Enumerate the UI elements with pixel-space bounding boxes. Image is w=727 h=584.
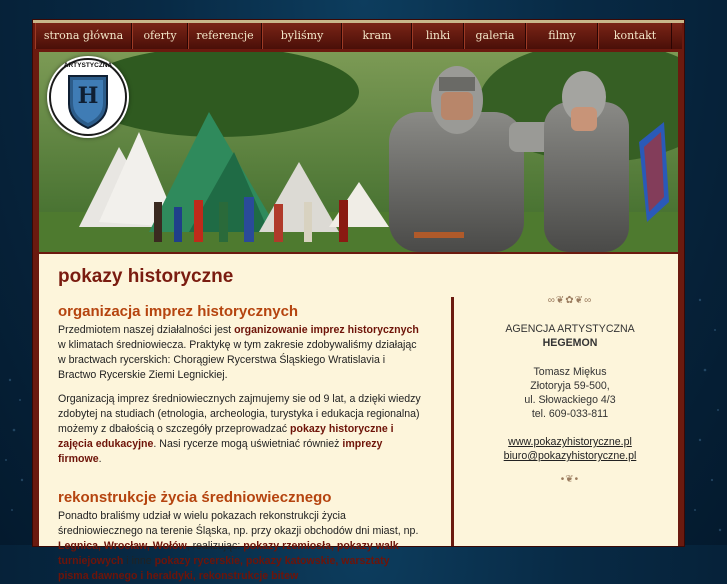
nav-item-7[interactable]: filmy [526, 23, 598, 49]
ornament-bottom-icon: •❦• [560, 474, 580, 485]
text-run: . Nasi rycerze mogą uświetniać również [153, 438, 343, 450]
section1-paragraph2: Organizacją imprez średniowiecznych zajm… [58, 392, 423, 467]
text-run: Przedmiotem naszej działalności jest [58, 324, 235, 336]
agency-name-line1: AGENCJA ARTYSTYCZNA [505, 323, 635, 335]
section1-paragraph1: Przedmiotem naszej działalności jest org… [58, 323, 423, 383]
text-run: , realizując: [186, 540, 244, 552]
text-run: i inne [123, 555, 155, 567]
ornament-top-icon: ∞❦✿❦∞ [547, 295, 593, 306]
text-run: w klimatach średniowiecza. Praktykę w ty… [58, 339, 417, 381]
section2-paragraph1: Ponadto braliśmy udział w wielu pokazach… [58, 509, 423, 584]
nav-item-2[interactable]: referencje [188, 23, 262, 49]
nav-item-0[interactable]: strona główna [35, 23, 132, 49]
page-title: pokazy historyczne [58, 266, 234, 287]
text-run: . [98, 453, 102, 465]
contact-phone: tel. 609-033-811 [531, 408, 609, 420]
nav-item-8[interactable]: kontakt [598, 23, 672, 49]
column-divider [451, 297, 454, 546]
header-banner: ARTYSTYCZNA H [39, 52, 678, 252]
nav-item-1[interactable]: oferty [132, 23, 188, 49]
nav-item-6[interactable]: galeria [464, 23, 526, 49]
nav-item-3[interactable]: byliśmy [262, 23, 342, 49]
text-run: organizowanie imprez historycznych [234, 324, 419, 336]
logo-text-top: ARTYSTYCZNA [63, 62, 113, 69]
contact-name: Tomasz Miękus [533, 366, 607, 378]
nav-item-5[interactable]: linki [412, 23, 464, 49]
page-frame: strona główna oferty referencje byliśmy kram… [32, 19, 685, 582]
main-nav: strona główna oferty referencje byliśmy kram… [35, 23, 682, 49]
text-run: Legnica, Wrocław, Wołów [58, 540, 187, 552]
section-heading-organizacja: organizacja imprez historycznych [58, 303, 299, 320]
logo-letter: H [77, 83, 99, 109]
nav-item-4[interactable]: kram [342, 23, 412, 49]
agency-name-line2: HEGEMON [542, 337, 598, 349]
text-run: Ponadto braliśmy udział w wielu pokazach… [58, 510, 419, 537]
website-link[interactable]: www.pokazyhistoryczne.pl [508, 436, 632, 448]
banner-image [39, 52, 678, 252]
contact-sidebar: ∞❦✿❦∞ AGENCJA ARTYSTYCZNA HEGEMON Tomasz… [465, 294, 675, 487]
main-content: pokazy historyczne organizacja imprez hi… [39, 254, 678, 582]
email-link[interactable]: biuro@pokazyhistoryczne.pl [504, 450, 637, 462]
section-heading-rekonstrukcje: rekonstrukcje życia średniowiecznego [58, 489, 332, 506]
agency-logo[interactable]: ARTYSTYCZNA H [47, 56, 129, 138]
contact-address1: Złotoryja 59-500, [530, 380, 610, 392]
contact-address2: ul. Słowackiego 4/3 [524, 394, 616, 406]
